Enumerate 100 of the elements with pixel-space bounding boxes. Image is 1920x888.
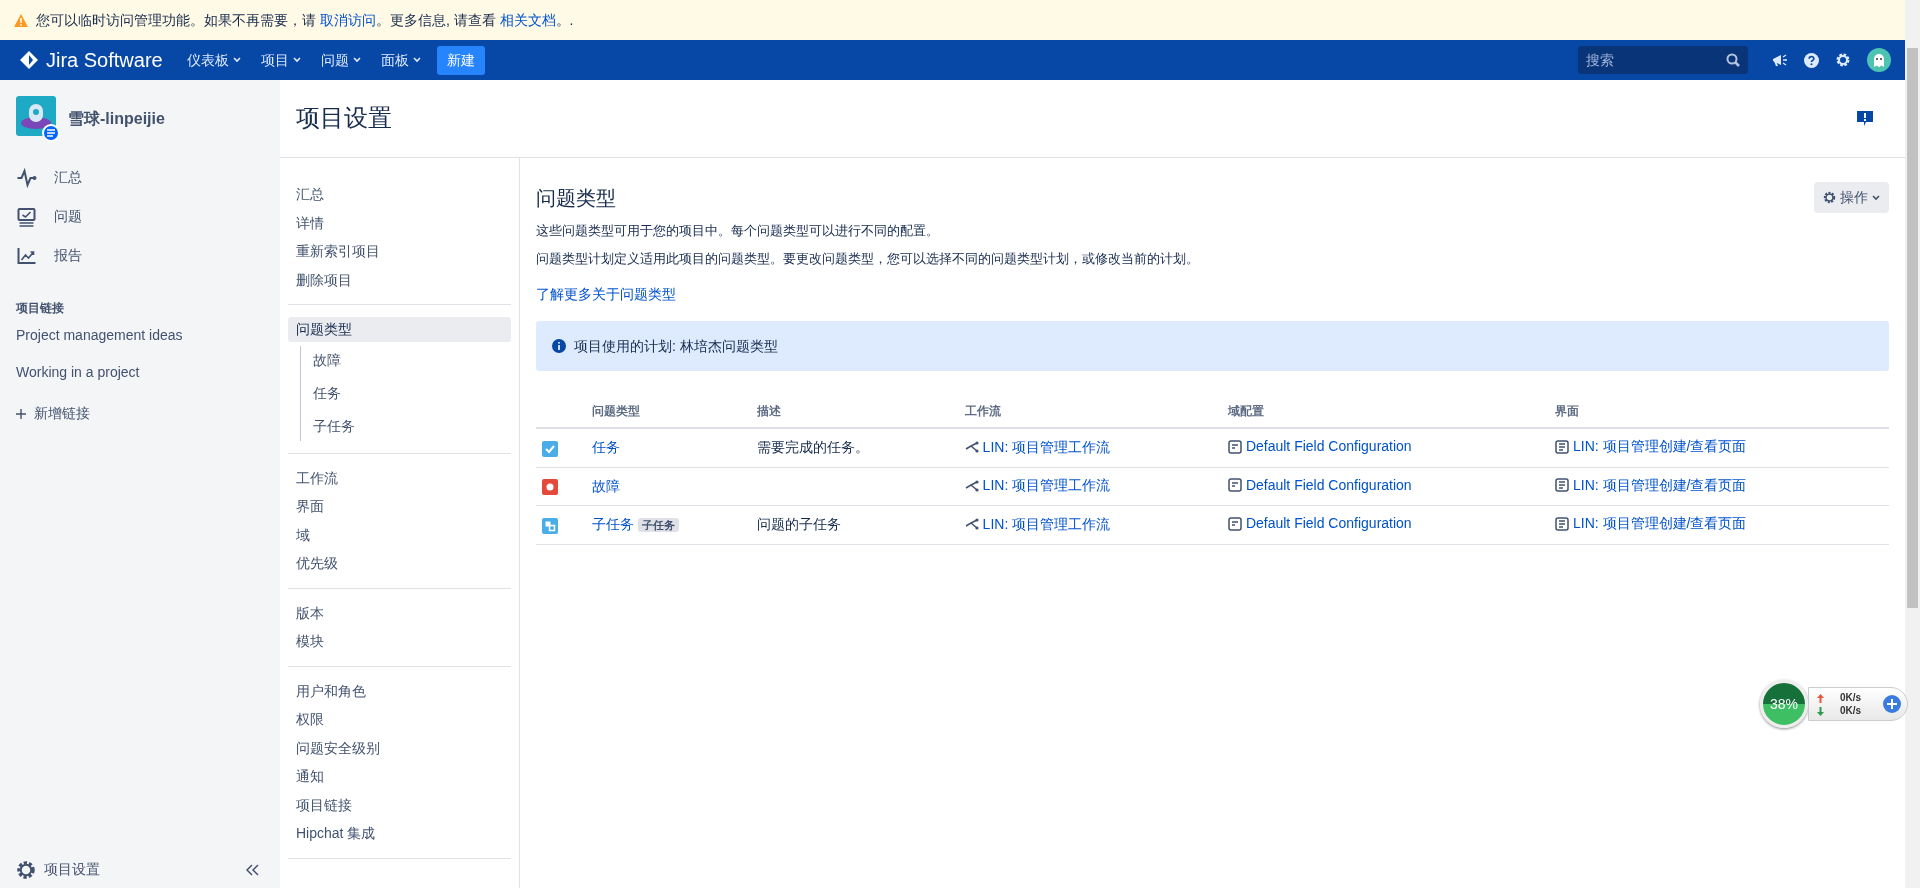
- workflow-icon: [964, 441, 979, 453]
- column-header: 界面: [1549, 395, 1889, 428]
- column-header: 工作流: [958, 395, 1222, 428]
- project-settings-link[interactable]: 项目设置: [44, 859, 100, 880]
- settings-nav-item[interactable]: 详情: [288, 210, 511, 235]
- screen-icon: [1555, 439, 1569, 454]
- banner-message: 您可以临时访问管理功能。如果不再需要，请 取消访问。更多信息, 请查看 相关文档。.: [36, 10, 574, 30]
- column-header: 域配置: [1221, 395, 1549, 428]
- learn-more-link[interactable]: 了解更多关于问题类型: [536, 284, 676, 305]
- project-link[interactable]: Project management ideas: [16, 325, 264, 346]
- info-text: 项目使用的计划: 林培杰问题类型: [574, 336, 778, 356]
- settings-nav-item[interactable]: 域: [288, 522, 511, 547]
- description-text: 问题类型计划定义适用此项目的问题类型。要更改问题类型，您可以选择不同的问题类型计划，或修改当前的计划。: [536, 249, 1200, 268]
- warning-icon: [14, 13, 28, 27]
- nav-menu[interactable]: 面板: [372, 45, 429, 75]
- settings-nav-item[interactable]: 问题类型: [288, 317, 511, 342]
- megaphone-icon[interactable]: [1772, 53, 1788, 67]
- sidebar-item[interactable]: 报告: [54, 245, 82, 266]
- settings-nav-item[interactable]: 权限: [288, 707, 511, 732]
- workflow-link[interactable]: LIN: 项目管理工作流: [982, 436, 1111, 458]
- feedback-icon[interactable]: [1857, 110, 1873, 127]
- settings-nav-item[interactable]: 模块: [288, 629, 511, 654]
- settings-icon: [1823, 191, 1836, 204]
- screen-link[interactable]: LIN: 项目管理创建/查看页面: [1573, 513, 1747, 534]
- form-icon: [1227, 478, 1242, 492]
- settings-nav-item[interactable]: 版本: [288, 600, 511, 625]
- caret-icon: [1872, 194, 1880, 201]
- settings-nav-item[interactable]: 工作流: [288, 465, 511, 490]
- upload-speed: 0K/s: [1840, 691, 1862, 704]
- monitor-icon: [16, 206, 38, 227]
- project-avatar-icon: [16, 96, 60, 142]
- nav-menu[interactable]: 仪表板: [178, 45, 249, 75]
- subtask-icon: [542, 517, 558, 534]
- settings-nav-item[interactable]: 用户和角色: [288, 678, 511, 703]
- settings-nav-item[interactable]: Hipchat 集成: [288, 821, 511, 846]
- plus-icon: [16, 408, 26, 419]
- logo-icon: [20, 51, 38, 69]
- caret-icon: [412, 57, 421, 63]
- download-speed: 0K/s: [1840, 704, 1862, 717]
- chart-icon: [16, 245, 38, 266]
- issue-type-link[interactable]: 任务: [592, 439, 620, 456]
- section-title: 项目链接: [16, 300, 65, 317]
- banner-link[interactable]: 取消访问: [319, 11, 376, 28]
- column-header: 问题类型: [586, 395, 752, 428]
- screen-link[interactable]: LIN: 项目管理创建/查看页面: [1573, 436, 1747, 457]
- screen-link[interactable]: LIN: 项目管理创建/查看页面: [1573, 474, 1747, 496]
- workflow-link[interactable]: LIN: 项目管理工作流: [982, 475, 1111, 496]
- settings-nav-item[interactable]: 问题安全级别: [288, 735, 511, 760]
- settings-nav-item[interactable]: 项目链接: [288, 792, 511, 817]
- nav-menu[interactable]: 项目: [252, 45, 309, 75]
- page-title: 项目设置: [296, 104, 392, 133]
- project-name[interactable]: 雪球-linpeijie: [68, 107, 165, 131]
- activity-icon: [16, 167, 38, 188]
- issue-type-link[interactable]: 子任务: [592, 516, 634, 533]
- description-cell: 问题的子任务: [757, 516, 842, 533]
- caret-icon: [292, 57, 301, 63]
- help-icon[interactable]: [1804, 52, 1819, 68]
- form-icon: [1227, 516, 1242, 531]
- collapse-icon[interactable]: [246, 863, 260, 876]
- settings-nav-item[interactable]: 汇总: [288, 182, 511, 207]
- create-button[interactable]: 新建: [436, 45, 485, 75]
- settings-icon[interactable]: [1835, 52, 1851, 68]
- issue-type-tag: 子任务: [638, 518, 679, 533]
- info-icon: [552, 339, 566, 353]
- search-field[interactable]: 搜索: [1578, 46, 1748, 74]
- scrollbar[interactable]: [1905, 0, 1920, 888]
- nav-menu[interactable]: 问题: [312, 45, 369, 75]
- workflow-icon: [964, 518, 979, 530]
- form-icon: [1227, 439, 1242, 454]
- description-cell: 需要完成的任务。: [757, 439, 870, 456]
- down-arrow-icon: [1817, 704, 1824, 717]
- field-configuration-link[interactable]: Default Field Configuration: [1245, 474, 1412, 496]
- workflow-link[interactable]: LIN: 项目管理工作流: [982, 513, 1111, 535]
- banner-link[interactable]: 相关文档: [499, 11, 556, 28]
- monitor-widget[interactable]: 0K/s 0K/s: [1808, 687, 1909, 721]
- usage-percent: 38%: [1770, 694, 1798, 714]
- settings-nav-item[interactable]: 界面: [288, 494, 511, 519]
- issue-type-link[interactable]: 故障: [592, 477, 620, 494]
- screen-icon: [1555, 516, 1569, 531]
- settings-nav-subitem[interactable]: 任务: [301, 378, 511, 408]
- avatar-icon[interactable]: [1867, 48, 1891, 72]
- section-heading: 问题类型: [536, 185, 616, 210]
- settings-icon: [16, 859, 36, 880]
- settings-nav-subitem[interactable]: 子任务: [301, 411, 511, 441]
- project-link[interactable]: Working in a project: [16, 362, 264, 383]
- settings-nav-subitem[interactable]: 故障: [301, 345, 511, 375]
- add-link[interactable]: 新增链接: [34, 403, 90, 424]
- column-header: 描述: [751, 395, 959, 428]
- workflow-icon: [964, 479, 979, 492]
- sidebar-item[interactable]: 汇总: [54, 167, 82, 188]
- settings-nav-item[interactable]: 优先级: [288, 551, 511, 576]
- field-configuration-link[interactable]: Default Field Configuration: [1245, 436, 1412, 457]
- field-configuration-link[interactable]: Default Field Configuration: [1245, 513, 1412, 534]
- product-logo[interactable]: Jira Software: [46, 45, 163, 75]
- settings-nav-item[interactable]: 删除项目: [288, 267, 511, 292]
- actions-button[interactable]: 操作: [1814, 182, 1889, 213]
- settings-nav-item[interactable]: 重新索引项目: [288, 239, 511, 264]
- plus-icon[interactable]: [1883, 695, 1902, 713]
- settings-nav-item[interactable]: 通知: [288, 764, 511, 789]
- sidebar-item[interactable]: 问题: [54, 206, 82, 227]
